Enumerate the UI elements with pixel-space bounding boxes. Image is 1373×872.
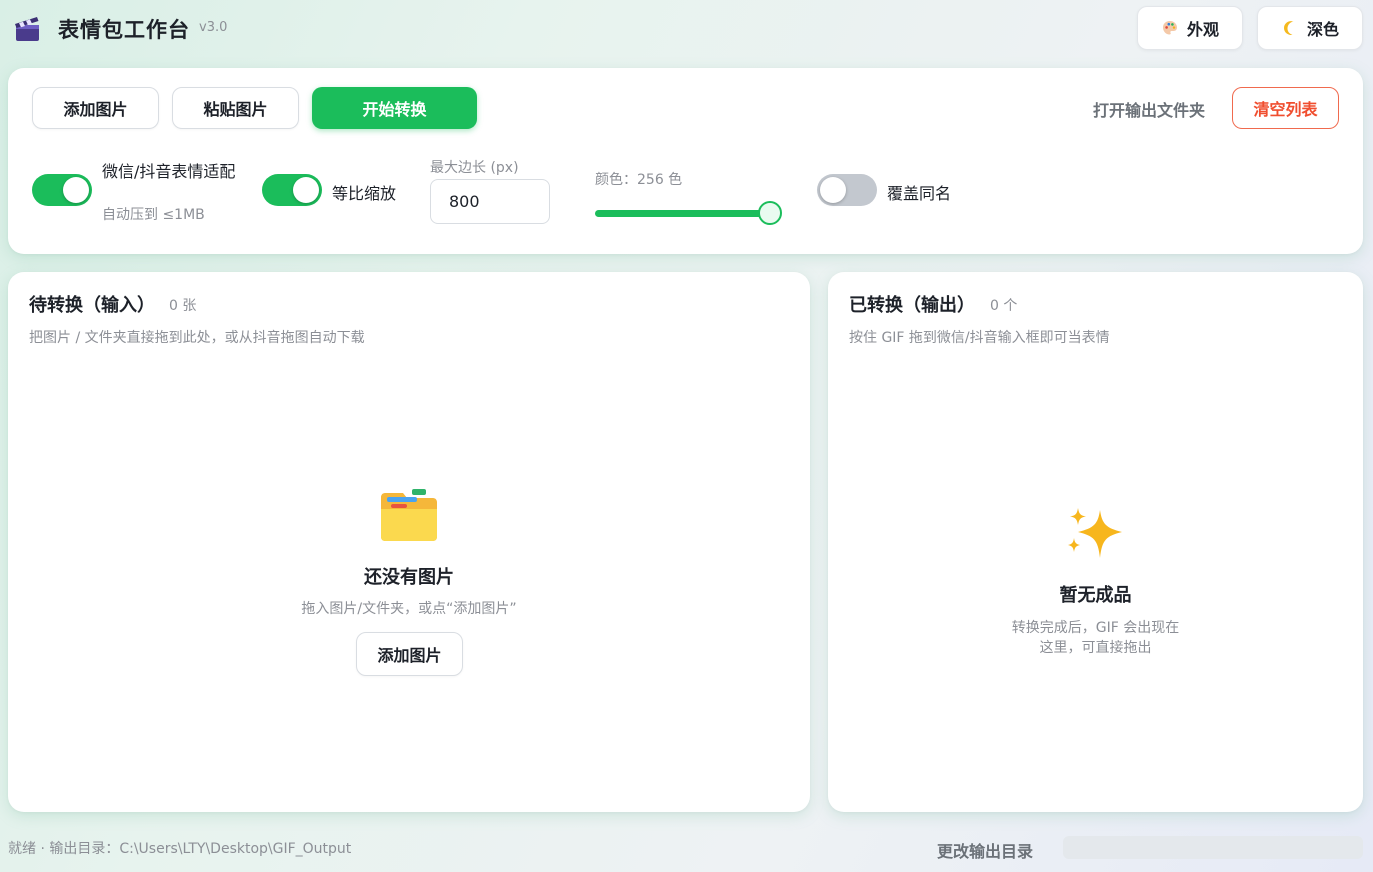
keep-ratio-toggle[interactable] xyxy=(262,174,322,206)
change-output-dir-button[interactable]: 更改输出目录 xyxy=(937,838,1033,862)
toggle-knob xyxy=(63,177,89,203)
max-edge-input[interactable] xyxy=(430,179,550,224)
appearance-button[interactable]: 外观 xyxy=(1137,6,1243,50)
color-count-label: 颜色：256 色 xyxy=(595,172,683,188)
input-empty-title: 还没有图片 xyxy=(364,567,454,588)
toggle-knob xyxy=(820,177,846,203)
output-count: 0 个 xyxy=(990,298,1018,314)
sparkles-icon xyxy=(1068,508,1122,558)
folder-icon xyxy=(381,489,437,541)
status-text: 就绪 · 输出目录：C:\Users\LTY\Desktop\GIF_Outpu… xyxy=(8,841,352,857)
input-panel-desc: 把图片 / 文件夹直接拖到此处，或从抖音拖图自动下载 xyxy=(29,330,365,346)
color-slider-handle[interactable] xyxy=(758,201,782,225)
output-panel-title: 已转换（输出） xyxy=(849,295,975,316)
input-empty-desc: 拖入图片/文件夹，或点“添加图片” xyxy=(301,601,517,617)
wechat-adapt-subtext: 自动压到 ≤1MB xyxy=(102,207,205,223)
moon-icon xyxy=(1283,21,1294,35)
open-output-folder-button[interactable]: 打开输出文件夹 xyxy=(1093,97,1205,121)
wechat-adapt-label: 微信/抖音表情适配 xyxy=(102,162,236,181)
progress-bar xyxy=(1063,836,1363,859)
appearance-label: 外观 xyxy=(1186,20,1219,39)
add-image-button[interactable]: 添加图片 xyxy=(32,87,159,129)
input-panel-title: 待转换（输入） xyxy=(29,295,155,316)
output-empty-title: 暂无成品 xyxy=(1059,585,1132,606)
input-panel[interactable]: 待转换（输入） 0 张 把图片 / 文件夹直接拖到此处，或从抖音拖图自动下载 还… xyxy=(8,272,810,812)
output-empty-desc: 转换完成后，GIF 会出现在这里，可直接拖出 xyxy=(1011,620,1180,656)
clear-list-button[interactable]: 清空列表 xyxy=(1232,87,1339,129)
paste-image-button[interactable]: 粘贴图片 xyxy=(172,87,299,129)
dark-mode-button[interactable]: 深色 xyxy=(1257,6,1363,50)
keep-ratio-label: 等比缩放 xyxy=(332,184,397,203)
app-title: 表情包工作台 xyxy=(58,18,190,42)
max-edge-label: 最大边长 (px) xyxy=(430,160,519,176)
toolbar-card: 添加图片 粘贴图片 开始转换 打开输出文件夹 清空列表 微信/抖音表情适配 自动… xyxy=(8,68,1363,254)
input-count: 0 张 xyxy=(169,298,197,314)
start-convert-button[interactable]: 开始转换 xyxy=(312,87,477,129)
color-slider-track[interactable] xyxy=(595,210,775,217)
app-version: v3.0 xyxy=(199,20,228,35)
title-bar: 表情包工作台 v3.0 外观 深色 xyxy=(0,0,1373,62)
clapperboard-icon xyxy=(15,17,39,41)
toggle-knob xyxy=(293,177,319,203)
empty-add-image-button[interactable]: 添加图片 xyxy=(356,632,463,676)
output-panel[interactable]: 已转换（输出） 0 个 按住 GIF 拖到微信/抖音输入框即可当表情 暂无成品 … xyxy=(828,272,1363,812)
wechat-adapt-toggle[interactable] xyxy=(32,174,92,206)
overwrite-label: 覆盖同名 xyxy=(887,184,952,203)
output-panel-desc: 按住 GIF 拖到微信/抖音输入框即可当表情 xyxy=(849,330,1110,346)
palette-icon xyxy=(1162,21,1177,35)
dark-mode-label: 深色 xyxy=(1306,20,1339,39)
overwrite-toggle[interactable] xyxy=(817,174,877,206)
